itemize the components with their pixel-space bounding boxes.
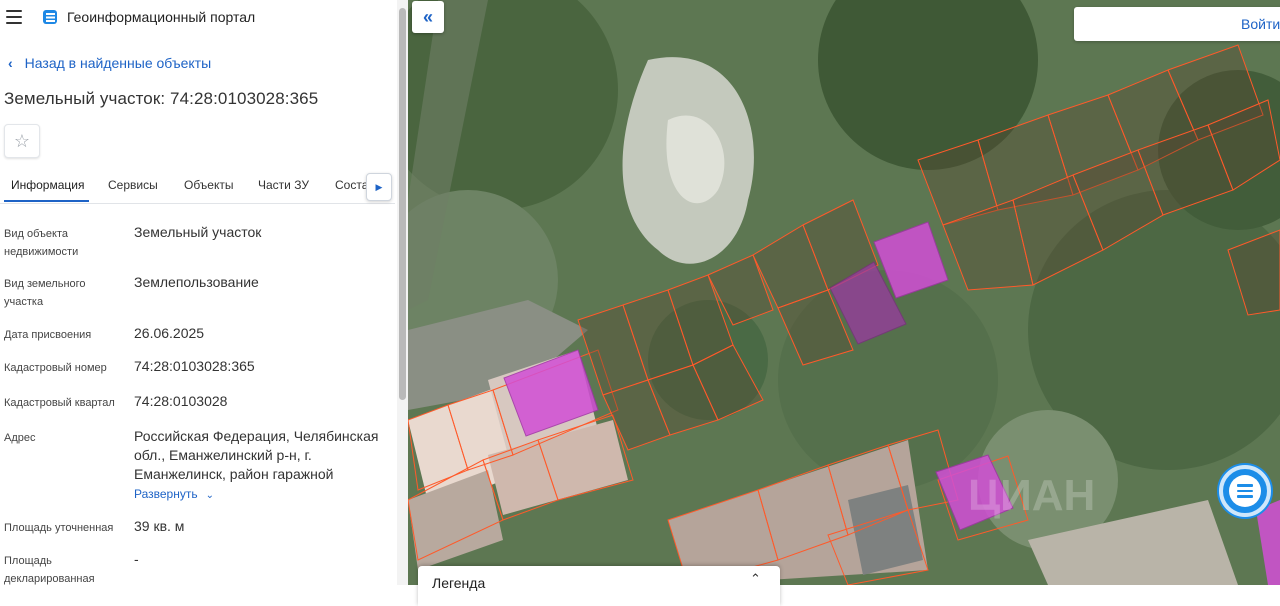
satellite-map[interactable]: ЦИАН (408, 0, 1280, 585)
property-label: Площадь декларированная (4, 555, 95, 585)
property-value: Землепользование (134, 274, 259, 290)
login-label: Войти (1241, 16, 1280, 32)
property-label: Дата присвоения (4, 329, 92, 341)
property-label: Вид объекта недвижимости (4, 228, 79, 258)
object-info-panel: Геоинформационный портал ‹ Назад в найден… (0, 0, 408, 585)
legend-panel[interactable]: Легенда ⌃ (418, 566, 780, 606)
expand-label: Развернуть (134, 487, 198, 501)
portal-logo-icon (43, 10, 57, 24)
top-bar: Геоинформационный портал (0, 0, 395, 36)
panel-scrollbar-thumb[interactable] (399, 8, 406, 400)
triangle-right-icon: ▶ (375, 181, 383, 192)
watermark-text: ЦИАН (968, 471, 1095, 520)
property-value: 74:28:0103028 (134, 393, 228, 409)
property-label: Кадастровый квартал (4, 397, 115, 409)
property-value: 39 кв. м (134, 518, 185, 534)
back-to-results-link[interactable]: ‹ Назад в найденные объекты (8, 55, 211, 71)
property-label: Площадь уточненная (4, 522, 114, 534)
property-value: 74:28:0103028:365 (134, 358, 255, 374)
property-value: 26.06.2025 (134, 325, 205, 341)
property-label: Адрес (4, 432, 36, 444)
tab-bar: Информация Сервисы Объекты Части ЗУ Сост… (0, 170, 395, 204)
hamburger-icon[interactable] (6, 10, 22, 24)
property-value: Земельный участок (134, 224, 262, 240)
login-button[interactable]: Войти (1074, 7, 1280, 41)
tab-objects[interactable]: Объекты (184, 178, 234, 192)
tab-composition[interactable]: Соста (335, 178, 368, 192)
chat-button[interactable] (1219, 465, 1271, 517)
app-title: Геоинформационный портал (67, 9, 256, 25)
tab-services[interactable]: Сервисы (108, 178, 158, 192)
tab-information[interactable]: Информация (11, 178, 84, 192)
address-value: Российская Федерация, Челябинская обл., … (134, 428, 379, 482)
chevron-left-icon: ‹ (8, 55, 13, 71)
collapse-panel-button[interactable]: « (412, 1, 444, 33)
star-icon: ☆ (13, 130, 31, 151)
object-title: Земельный участок: 74:28:0103028:365 (4, 89, 319, 108)
property-value: - (134, 551, 139, 567)
favorite-button[interactable]: ☆ (4, 124, 40, 158)
tab-parcel-parts[interactable]: Части ЗУ (258, 178, 309, 192)
expand-address-link[interactable]: Развернуть ⌄ (134, 487, 214, 501)
tabs-scroll-right-button[interactable]: ▶ (366, 173, 392, 201)
chat-icon (1229, 475, 1261, 507)
legend-title: Легенда (432, 575, 486, 591)
back-link-label: Назад в найденные объекты (24, 55, 212, 71)
map-canvas: ЦИАН (408, 0, 1280, 585)
active-tab-indicator (4, 200, 89, 202)
property-label: Вид земельного участка (4, 278, 86, 308)
property-label: Кадастровый номер (4, 362, 107, 374)
double-chevron-left-icon: « (422, 6, 433, 27)
chevron-down-icon: ⌄ (205, 490, 214, 501)
